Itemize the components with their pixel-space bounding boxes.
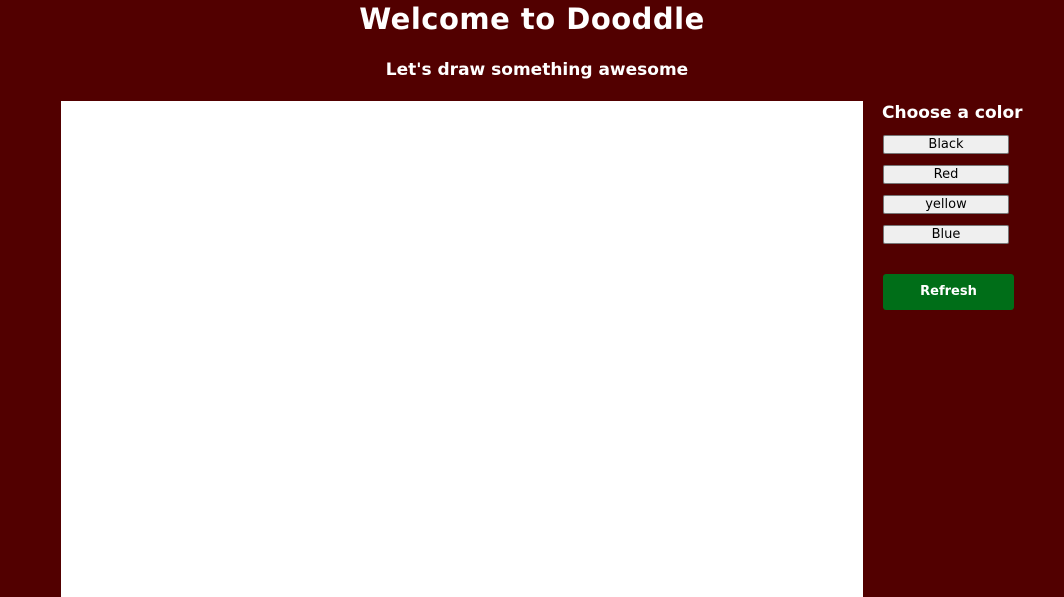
color-button-yellow[interactable]: yellow <box>883 195 1009 214</box>
color-button-blue[interactable]: Blue <box>883 225 1009 244</box>
color-button-red[interactable]: Red <box>883 165 1009 184</box>
choose-color-heading: Choose a color <box>882 103 1023 123</box>
color-button-black[interactable]: Black <box>883 135 1009 154</box>
drawing-canvas[interactable] <box>61 101 863 597</box>
page-subtitle: Let's draw something awesome <box>385 60 689 80</box>
refresh-button[interactable]: Refresh <box>883 274 1014 310</box>
page-title: Welcome to Dooddle <box>359 2 705 36</box>
page: Welcome to Dooddle Let's draw something … <box>0 0 1064 597</box>
